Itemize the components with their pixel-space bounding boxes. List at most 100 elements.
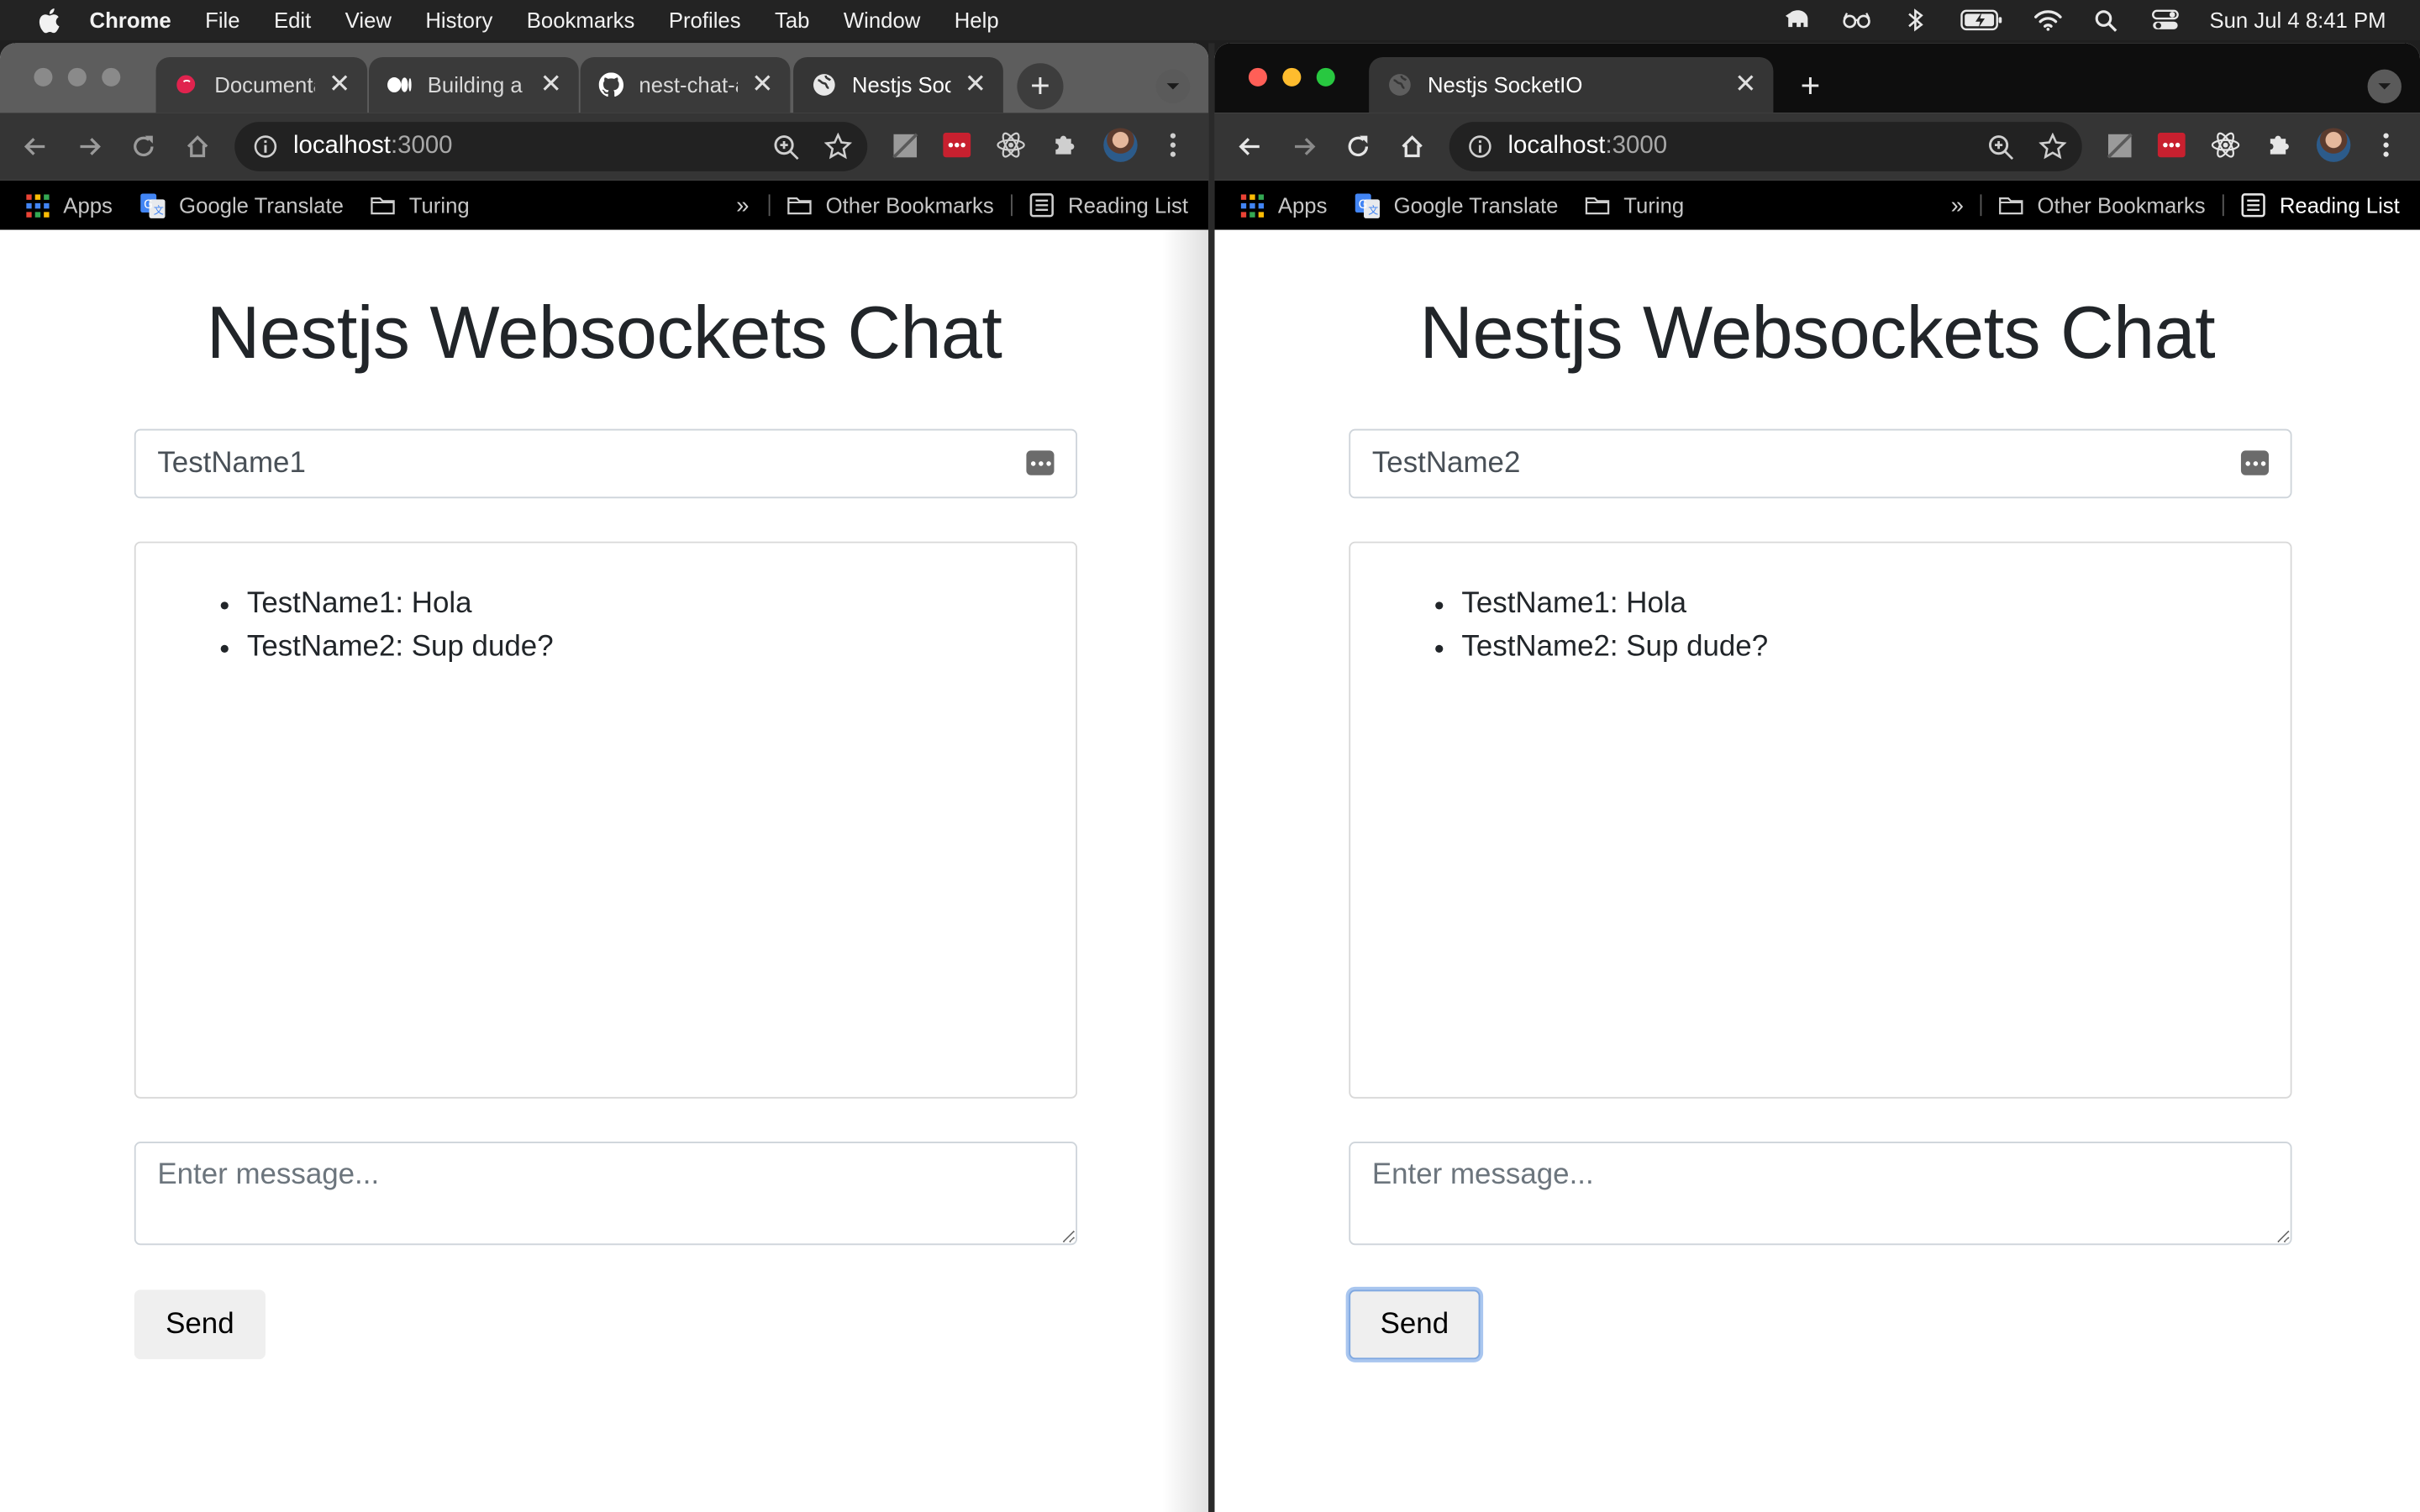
extension-ruler-icon[interactable] <box>889 129 920 160</box>
chrome-menu-button[interactable] <box>1158 129 1189 160</box>
close-window-button[interactable] <box>1248 67 1267 87</box>
menu-view[interactable]: View <box>345 8 392 32</box>
svg-text:文: 文 <box>154 203 164 216</box>
extensions-puzzle-icon[interactable] <box>1050 129 1081 160</box>
password-manager-key-icon[interactable] <box>2240 450 2269 475</box>
bookmark-google-translate[interactable]: G文 Google Translate <box>1355 181 1558 230</box>
send-button[interactable]: Send <box>134 1289 266 1360</box>
address-bar[interactable]: localhost:3000 <box>1449 122 2082 171</box>
react-devtools-icon[interactable] <box>996 129 1027 160</box>
zoom-icon[interactable] <box>1988 134 2014 160</box>
menu-bookmarks[interactable]: Bookmarks <box>527 8 635 32</box>
address-bar[interactable]: localhost:3000 <box>234 122 868 171</box>
bookmark-apps[interactable]: Apps <box>24 181 113 230</box>
bookmarks-separator <box>2222 194 2224 217</box>
reload-button[interactable] <box>1339 128 1376 165</box>
zoom-icon[interactable] <box>773 134 799 160</box>
menubar-clock[interactable]: Sun Jul 4 8:41 PM <box>2209 8 2386 32</box>
zoom-window-button[interactable] <box>102 67 121 87</box>
extension-lastpass-icon[interactable] <box>941 129 972 160</box>
apple-logo-icon[interactable] <box>37 8 61 33</box>
home-icon <box>1402 135 1423 158</box>
close-tab-icon[interactable]: ✕ <box>747 70 778 101</box>
close-tab-icon[interactable]: ✕ <box>324 70 355 101</box>
message-item: TestName1: Hola <box>247 583 1045 626</box>
bookmark-star-icon[interactable] <box>823 132 852 160</box>
forward-button[interactable] <box>1286 128 1323 165</box>
bluetooth-icon[interactable] <box>1901 8 1928 32</box>
profile-avatar[interactable] <box>2315 127 2352 164</box>
username-input[interactable] <box>134 428 1078 499</box>
control-center-icon[interactable] <box>2151 8 2179 32</box>
evernote-elephant-icon[interactable] <box>1784 8 1812 32</box>
react-devtools-icon[interactable] <box>2210 129 2241 160</box>
info-icon[interactable] <box>1468 134 1492 159</box>
extensions-puzzle-icon[interactable] <box>2264 129 2295 160</box>
tab-documentation[interactable]: Documentation ✕ <box>155 56 368 113</box>
forward-button[interactable] <box>71 128 108 165</box>
bookmark-folder-turing[interactable]: Turing <box>1585 181 1684 230</box>
menu-help[interactable]: Help <box>955 8 999 32</box>
send-button[interactable]: Send <box>1349 1289 1481 1360</box>
close-tab-icon[interactable]: ✕ <box>960 70 991 101</box>
bookmark-google-translate[interactable]: G文 Google Translate <box>140 181 344 230</box>
tab-title: Nestjs SocketIO <box>851 72 951 97</box>
home-button[interactable] <box>179 128 216 165</box>
extension-ruler-icon[interactable] <box>2103 129 2134 160</box>
wifi-icon[interactable] <box>2033 8 2061 32</box>
new-tab-button[interactable]: + <box>1787 63 1833 109</box>
tab-search-button[interactable] <box>2367 69 2402 104</box>
tab-building-chat[interactable]: Building a Real-Time Chat ✕ <box>368 56 579 113</box>
message-textarea[interactable] <box>1349 1142 2292 1246</box>
tab-nest-chat-app[interactable]: nest-chat-app ✕ <box>580 56 791 113</box>
minimize-window-button[interactable] <box>1282 67 1302 87</box>
glasses-icon[interactable] <box>1842 8 1870 32</box>
close-tab-icon[interactable]: ✕ <box>535 70 566 101</box>
spotlight-search-icon[interactable] <box>2092 8 2120 32</box>
close-tab-icon[interactable]: ✕ <box>1730 70 1761 101</box>
tab-nestjs-socketio[interactable]: Nestjs SocketIO ✕ <box>1369 56 1774 113</box>
password-manager-key-icon[interactable] <box>1026 450 1055 475</box>
page-title: Nestjs Websockets Chat <box>206 292 1002 375</box>
menu-tab[interactable]: Tab <box>775 8 809 32</box>
menu-file[interactable]: File <box>205 8 239 32</box>
tab-nestjs-socketio[interactable]: Nestjs SocketIO ✕ <box>793 56 1003 113</box>
more-vertical-icon <box>1170 133 1176 157</box>
new-tab-button[interactable]: + <box>1017 63 1064 110</box>
zoom-window-button[interactable] <box>1316 67 1335 87</box>
window-divider <box>1208 43 1215 1512</box>
menu-window[interactable]: Window <box>844 8 920 32</box>
globe-icon <box>812 72 836 97</box>
bookmark-folder-other[interactable]: Other Bookmarks <box>1999 181 2206 230</box>
svg-text:文: 文 <box>1368 203 1378 216</box>
username-input[interactable] <box>1349 428 2292 499</box>
profile-avatar[interactable] <box>1102 127 1139 164</box>
menu-history[interactable]: History <box>425 8 492 32</box>
github-logo-icon <box>598 72 624 97</box>
reload-button[interactable] <box>125 128 162 165</box>
minimize-window-button[interactable] <box>67 67 87 87</box>
info-icon[interactable] <box>253 134 277 159</box>
extension-lastpass-icon[interactable] <box>2156 129 2187 160</box>
menu-app-name[interactable]: Chrome <box>90 8 171 32</box>
bookmark-folder-turing[interactable]: Turing <box>371 181 470 230</box>
chrome-menu-button[interactable] <box>2370 129 2402 160</box>
bookmark-folder-other[interactable]: Other Bookmarks <box>787 181 994 230</box>
menu-edit[interactable]: Edit <box>274 8 311 32</box>
message-textarea[interactable] <box>134 1142 1078 1246</box>
bookmark-apps[interactable]: Apps <box>1239 181 1327 230</box>
browser-chrome: Documentation ✕ Building a Real-Time Cha… <box>0 43 1209 230</box>
bookmarks-overflow-chevron[interactable]: » <box>736 181 749 230</box>
tab-search-button[interactable] <box>1155 69 1191 104</box>
message-item: TestName1: Hola <box>1461 583 2260 626</box>
reading-list-button[interactable]: Reading List <box>2241 181 2400 230</box>
bookmarks-overflow-chevron[interactable]: » <box>1951 181 1964 230</box>
menu-profiles[interactable]: Profiles <box>669 8 741 32</box>
close-window-button[interactable] <box>34 67 53 87</box>
back-button[interactable] <box>17 128 54 165</box>
home-button[interactable] <box>1394 128 1431 165</box>
bookmark-star-icon[interactable] <box>2039 132 2067 160</box>
reading-list-button[interactable]: Reading List <box>1029 181 1188 230</box>
back-button[interactable] <box>1232 128 1269 165</box>
battery-charging-icon[interactable] <box>1960 8 2002 32</box>
